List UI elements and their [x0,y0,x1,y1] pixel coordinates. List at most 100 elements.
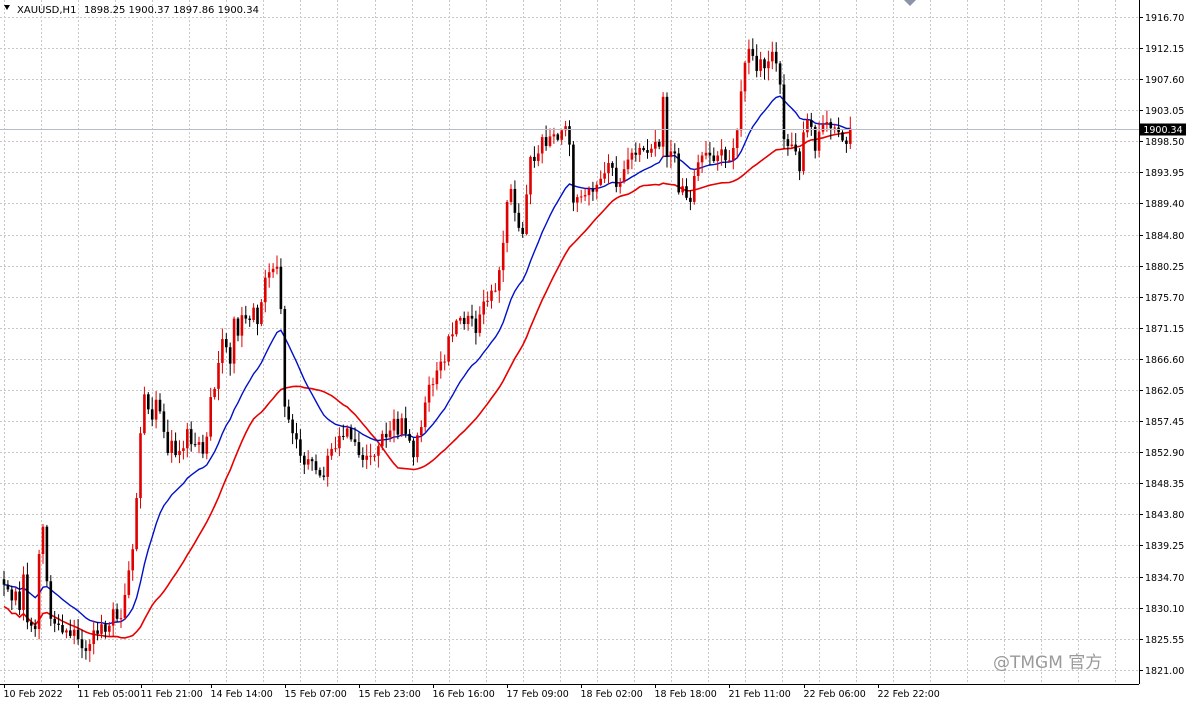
candle-body [256,307,259,325]
candle [283,305,287,418]
candle-body [240,315,244,336]
candle-body [665,96,669,157]
candle-body [275,266,279,269]
ohlc-readout: 1898.25 1900.37 1897.86 1900.34 [84,5,259,16]
candle-body [681,186,684,193]
time-tick-label: 10 Feb 2022 [4,689,63,700]
price-tick-label: 1852.90 [1145,448,1184,459]
price-axis: 1916.70 1912.15 1907.60 1903.05 1898.50 1893.… [1139,0,1193,684]
candle-body [845,140,848,144]
candle-body [353,439,357,443]
candle-body [166,431,170,454]
time-axis: 10 Feb 2022 11 Feb 05:00 11 Feb 21:00 14 Fe… [4,684,940,700]
candle-body [685,186,688,198]
candle-body [189,429,193,445]
candle-body [732,148,735,161]
candle-body [763,59,766,69]
candle-body [817,131,821,151]
candle-body [318,470,322,476]
candle-body [143,394,146,434]
candle-body [388,430,392,438]
price-chart[interactable]: 1916.70 1912.15 1907.60 1903.05 1898.50 1893.… [0,0,1193,703]
candle-body [821,124,825,132]
candle-body [661,96,665,147]
time-tick-label: 14 Feb 14:00 [211,689,273,700]
candle-body [806,120,809,133]
candle-body [225,339,228,348]
time-tick-label: 21 Feb 11:00 [729,689,791,700]
candle-body [802,132,805,172]
candle-body [349,428,353,440]
candle-body [197,442,201,445]
candle-body [849,128,852,144]
candle-body [306,459,310,465]
candle [447,334,450,366]
candle-body [521,227,524,234]
candle-body [299,439,302,456]
candle-body [579,196,583,198]
candle-body [18,591,21,610]
time-tick-label: 15 Feb 23:00 [359,689,421,700]
candle-body [283,309,287,407]
candle-body [572,144,575,203]
candle-body [108,625,111,632]
candle-body [357,442,361,456]
price-tick-label: 1898.50 [1145,137,1184,148]
candle-body [205,436,209,454]
candle-body [798,151,801,172]
candle-body [213,388,216,398]
candle-body [626,159,630,170]
candle-body [404,418,407,434]
candle-body [80,639,84,649]
candle-body [131,549,134,571]
candle-body [548,136,552,146]
price-tick-label: 1821.00 [1145,666,1184,677]
candle-body [2,579,6,585]
candle-body [782,84,786,140]
time-tick-label: 11 Feb 05:00 [78,689,140,700]
candle-body [162,411,166,432]
candle-body [622,169,626,183]
candle-body [646,150,649,153]
candle-body [41,526,45,555]
time-tick-label: 22 Feb 22:00 [878,689,940,700]
candle-body [634,152,638,155]
candle-body [595,184,599,192]
price-tick-label: 1857.45 [1145,417,1184,428]
candle-body [314,461,318,471]
candle-body [778,63,782,85]
candle-body [420,427,423,436]
candle-body [174,440,177,456]
candle-body [517,212,521,228]
candle-body [53,618,56,624]
price-tick-label: 1912.15 [1145,44,1184,55]
candle-body [618,182,622,187]
candle-body [466,315,470,325]
candle-body [423,402,427,428]
candle-body [123,594,127,619]
candle-body [576,197,579,203]
candle-body [743,62,747,92]
candle [677,147,680,195]
candle-body [747,49,751,63]
candle-body [462,317,466,325]
candle-body [22,574,25,610]
candle-body [115,609,119,619]
candle-body [88,644,92,651]
candle-body [252,307,255,320]
candle-body [221,339,224,363]
price-tick-label: 1916.70 [1145,13,1184,24]
candle-body [330,448,333,456]
candle-body [260,302,263,325]
candle-body [794,144,797,152]
price-tick-label: 1884.80 [1145,231,1184,242]
candle-body [217,362,220,389]
candle [260,299,263,327]
candle-body [642,148,645,151]
candle [139,426,142,509]
candle-body [435,370,439,385]
candle-body [654,141,657,149]
candle-body [244,315,248,319]
price-tick-label: 1907.60 [1145,75,1184,86]
candle-body [61,624,64,633]
